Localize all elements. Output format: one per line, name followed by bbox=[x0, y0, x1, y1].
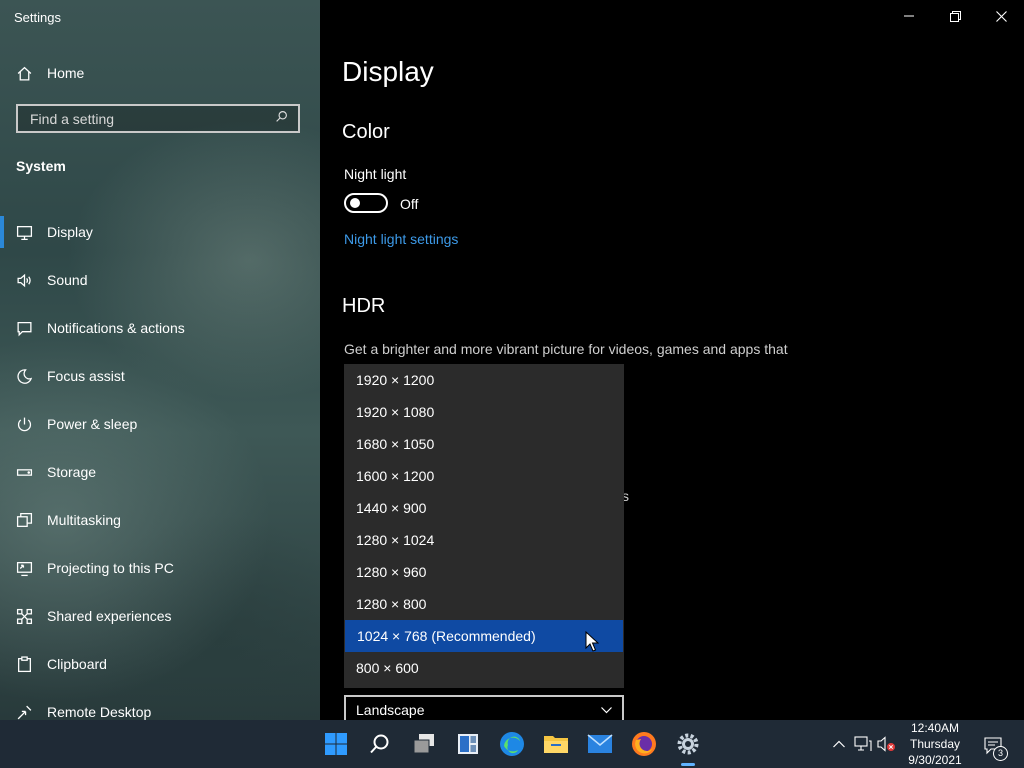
hdr-heading: HDR bbox=[342, 295, 386, 317]
sidebar-item-label: Notifications & actions bbox=[47, 320, 185, 336]
clock-time: 12:40AM bbox=[910, 721, 960, 735]
firefox-icon[interactable] bbox=[628, 728, 660, 760]
remote-desktop-icon bbox=[16, 704, 33, 721]
clock-date: 9/30/2021 bbox=[908, 753, 962, 767]
page-title: Display bbox=[342, 56, 434, 87]
sidebar-item-label: Remote Desktop bbox=[47, 704, 152, 720]
sidebar-item-clipboard[interactable]: Clipboard bbox=[0, 640, 320, 688]
home-label: Home bbox=[47, 65, 85, 81]
clipboard-icon bbox=[16, 655, 33, 673]
network-icon[interactable] bbox=[853, 734, 873, 754]
hdr-description: Get a brighter and more vibrant picture … bbox=[344, 341, 788, 357]
sidebar-item-power-sleep[interactable]: Power & sleep bbox=[0, 400, 320, 448]
resolution-option-selected[interactable]: 1024 × 768 (Recommended) bbox=[345, 620, 623, 652]
resolution-option[interactable]: 1280 × 960 bbox=[344, 556, 624, 588]
sidebar-item-label: Projecting to this PC bbox=[47, 560, 174, 576]
sidebar-item-label: Focus assist bbox=[47, 368, 125, 384]
mouse-cursor-icon bbox=[585, 630, 600, 658]
search-icon[interactable] bbox=[275, 110, 288, 128]
mail-icon[interactable] bbox=[584, 728, 616, 760]
sidebar-item-notifications[interactable]: Notifications & actions bbox=[0, 304, 320, 352]
night-light-label: Night light bbox=[344, 166, 407, 182]
minimize-icon bbox=[904, 15, 914, 17]
restore-button[interactable] bbox=[932, 0, 978, 32]
toggle-knob bbox=[350, 198, 360, 208]
night-light-toggle[interactable] bbox=[344, 193, 388, 213]
speaker-icon bbox=[16, 272, 33, 289]
sidebar-item-label: Shared experiences bbox=[47, 608, 172, 624]
power-icon bbox=[16, 416, 33, 433]
sidebar-item-label: Sound bbox=[47, 272, 88, 288]
close-icon bbox=[995, 10, 1007, 22]
taskbar-clock[interactable]: 12:40AM Thursday 9/30/2021 bbox=[902, 720, 968, 768]
file-explorer-icon[interactable] bbox=[540, 728, 572, 760]
night-light-state: Off bbox=[400, 196, 419, 212]
sidebar-item-multitasking[interactable]: Multitasking bbox=[0, 496, 320, 544]
settings-icon[interactable] bbox=[672, 728, 704, 766]
sidebar: Settings Home System Display Sound bbox=[0, 0, 320, 720]
restore-icon bbox=[949, 10, 961, 22]
sidebar-item-label: Clipboard bbox=[47, 656, 107, 672]
widgets-icon[interactable] bbox=[452, 728, 484, 760]
sidebar-item-projecting[interactable]: Projecting to this PC bbox=[0, 544, 320, 592]
sidebar-item-remote-desktop[interactable]: Remote Desktop bbox=[0, 688, 320, 720]
home-button[interactable]: Home bbox=[16, 62, 84, 84]
sidebar-item-sound[interactable]: Sound bbox=[0, 256, 320, 304]
monitor-icon bbox=[16, 224, 33, 241]
sidebar-item-label: Power & sleep bbox=[47, 416, 138, 432]
sidebar-nav: Display Sound Notifications & actions Fo… bbox=[0, 208, 320, 720]
night-light-settings-link[interactable]: Night light settings bbox=[344, 231, 458, 247]
taskbar bbox=[0, 720, 1024, 768]
multitasking-icon bbox=[16, 512, 33, 529]
orientation-value: Landscape bbox=[356, 702, 425, 718]
sidebar-item-label: Display bbox=[47, 224, 93, 240]
edge-icon[interactable] bbox=[496, 728, 528, 760]
sidebar-item-display[interactable]: Display bbox=[0, 208, 320, 256]
resolution-option[interactable]: 800 × 600 bbox=[344, 652, 624, 684]
resolution-option[interactable]: 1280 × 800 bbox=[344, 588, 624, 620]
app-title: Settings bbox=[14, 10, 61, 25]
resolution-option[interactable]: 1920 × 1200 bbox=[344, 364, 624, 396]
resolution-option[interactable]: 1920 × 1080 bbox=[344, 396, 624, 428]
sidebar-item-shared-experiences[interactable]: Shared experiences bbox=[0, 592, 320, 640]
chevron-up-icon[interactable] bbox=[829, 734, 849, 754]
action-center-icon[interactable]: 3 bbox=[982, 734, 1008, 761]
close-button[interactable] bbox=[978, 0, 1024, 32]
color-heading: Color bbox=[342, 121, 390, 143]
sidebar-item-label: Storage bbox=[47, 464, 97, 480]
sidebar-item-storage[interactable]: Storage bbox=[0, 448, 320, 496]
search-input[interactable] bbox=[28, 109, 275, 128]
section-label-system: System bbox=[16, 158, 66, 174]
sidebar-item-label: Multitasking bbox=[47, 512, 121, 528]
resolution-option[interactable]: 1680 × 1050 bbox=[344, 428, 624, 460]
volume-muted-icon[interactable] bbox=[877, 734, 897, 754]
resolution-option[interactable]: 1600 × 1200 bbox=[344, 460, 624, 492]
shared-experiences-icon bbox=[16, 608, 33, 625]
resolution-option[interactable]: 1440 × 900 bbox=[344, 492, 624, 524]
task-view-icon[interactable] bbox=[408, 728, 440, 760]
notification-count-badge: 3 bbox=[993, 746, 1008, 761]
minimize-button[interactable] bbox=[886, 0, 932, 32]
search-box[interactable] bbox=[16, 104, 300, 133]
notification-icon bbox=[16, 320, 33, 337]
clock-day: Thursday bbox=[909, 737, 961, 751]
chevron-down-icon bbox=[601, 706, 612, 713]
search-icon[interactable] bbox=[364, 728, 396, 760]
start-icon[interactable] bbox=[320, 728, 352, 760]
resolution-dropdown-list: 1920 × 1200 1920 × 1080 1680 × 1050 1600… bbox=[344, 364, 624, 688]
projecting-icon bbox=[16, 560, 33, 577]
storage-icon bbox=[16, 464, 33, 481]
moon-icon bbox=[16, 368, 33, 385]
home-icon bbox=[16, 65, 33, 82]
resolution-option[interactable]: 1280 × 1024 bbox=[344, 524, 624, 556]
sidebar-item-focus-assist[interactable]: Focus assist bbox=[0, 352, 320, 400]
